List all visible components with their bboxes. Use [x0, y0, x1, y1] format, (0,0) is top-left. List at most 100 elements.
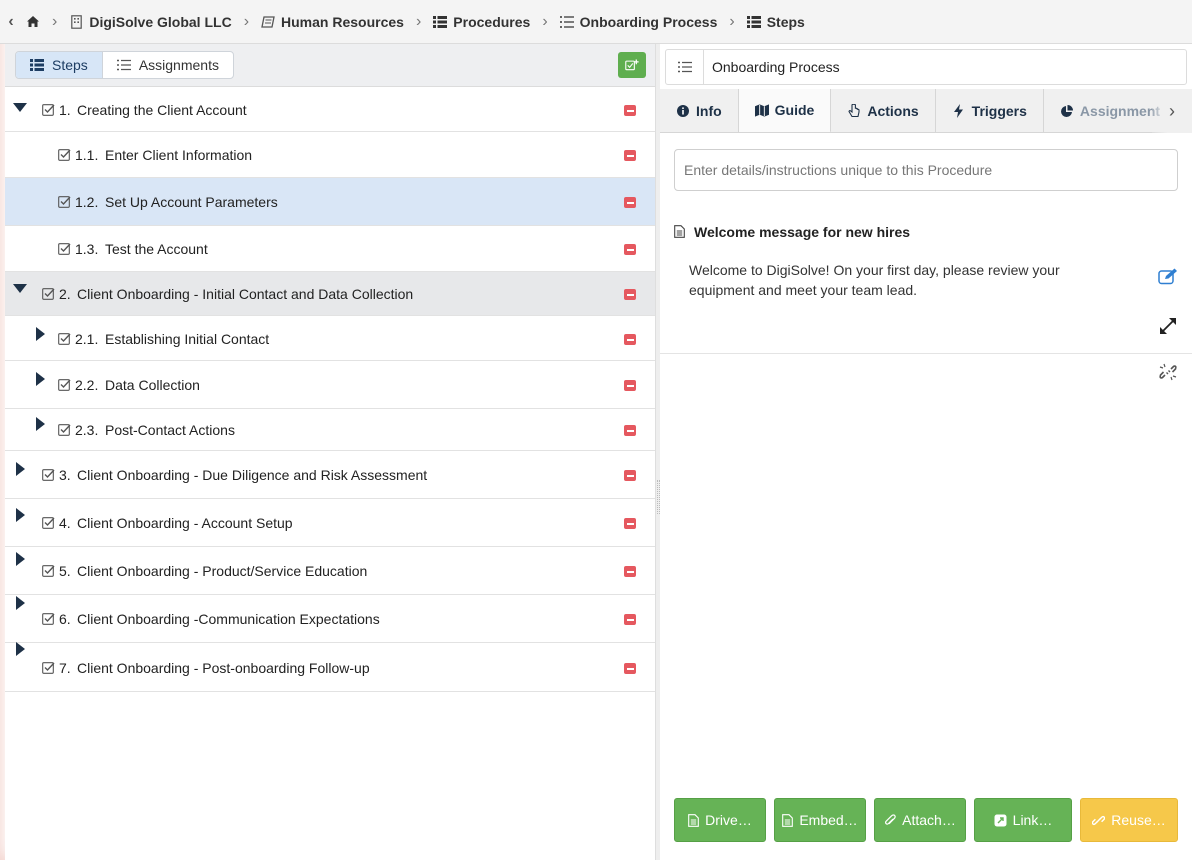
step-row[interactable]: 2.3. Post-Contact Actions [5, 409, 655, 451]
step-checkbox-icon[interactable] [42, 612, 55, 625]
link-button[interactable]: Link… [974, 798, 1072, 842]
breadcrumb-label: Steps [766, 13, 805, 30]
remove-step-icon[interactable] [624, 425, 636, 436]
step-title[interactable]: Client Onboarding - Initial Contact and … [77, 286, 413, 302]
collapse-caret-icon[interactable] [13, 281, 27, 295]
step-checkbox-icon[interactable] [42, 103, 55, 116]
breadcrumb-department[interactable]: Human Resources [257, 14, 408, 30]
step-checkbox-icon[interactable] [58, 195, 71, 208]
procedure-title: Onboarding Process [712, 59, 840, 75]
step-row[interactable]: 2.1. Establishing Initial Contact [5, 316, 655, 361]
tabs-scroll-right-icon[interactable]: › [1152, 89, 1192, 133]
breadcrumb-separator: › [243, 12, 250, 30]
step-row[interactable]: 7. Client Onboarding - Post-onboarding Fo… [5, 642, 655, 692]
expand-caret-icon[interactable] [13, 642, 27, 656]
step-title[interactable]: Client Onboarding - Post-onboarding Foll… [77, 660, 370, 676]
reuse-button[interactable]: Reuse… [1080, 798, 1178, 842]
procedure-details-input[interactable] [674, 149, 1178, 191]
step-title[interactable]: Creating the Client Account [77, 102, 247, 118]
remove-step-icon[interactable] [624, 289, 636, 300]
info-circle-icon [676, 104, 690, 118]
breadcrumb-label: Human Resources [281, 13, 404, 30]
expand-caret-icon[interactable] [33, 417, 47, 431]
step-title[interactable]: Client Onboarding - Due Diligence and Ri… [77, 467, 427, 483]
step-checkbox-icon[interactable] [58, 332, 71, 345]
remove-step-icon[interactable] [624, 380, 636, 391]
add-step-button[interactable] [618, 52, 646, 78]
expand-caret-icon[interactable] [33, 372, 47, 386]
expand-icon[interactable] [1157, 315, 1179, 337]
step-title[interactable]: Post-Contact Actions [105, 422, 235, 438]
remove-step-icon[interactable] [624, 197, 636, 208]
expand-caret-icon[interactable] [13, 596, 27, 610]
step-checkbox-icon[interactable] [42, 287, 55, 300]
expand-caret-icon[interactable] [13, 462, 27, 476]
pie-chart-icon [1060, 104, 1074, 118]
collapse-caret-icon[interactable] [13, 100, 27, 114]
step-row[interactable]: 1.1. Enter Client Information [5, 132, 655, 178]
remove-step-icon[interactable] [624, 334, 636, 345]
step-title[interactable]: Enter Client Information [105, 147, 252, 163]
breadcrumb-procedure[interactable]: Onboarding Process [556, 14, 722, 30]
step-title[interactable]: Client Onboarding -Communication Expecta… [77, 611, 380, 627]
guide-item-body: Welcome to DigiSolve! On your first day,… [689, 262, 1060, 298]
expand-caret-icon[interactable] [13, 552, 27, 566]
step-row[interactable]: 4. Client Onboarding - Account Setup [5, 499, 655, 547]
map-icon [754, 103, 769, 117]
step-row[interactable]: 6. Client Onboarding -Communication Expec… [5, 595, 655, 643]
step-checkbox-icon[interactable] [58, 242, 71, 255]
edit-icon[interactable] [1157, 265, 1179, 287]
tab-info[interactable]: Info [660, 89, 739, 132]
step-row[interactable]: 2.2. Data Collection [5, 361, 655, 409]
remove-step-icon[interactable] [624, 150, 636, 161]
step-checkbox-icon[interactable] [42, 516, 55, 529]
remove-step-icon[interactable] [624, 105, 636, 116]
step-title[interactable]: Client Onboarding - Product/Service Educ… [77, 563, 367, 579]
step-checkbox-icon[interactable] [42, 661, 55, 674]
list-icon[interactable] [666, 50, 704, 84]
step-title[interactable]: Test the Account [105, 241, 208, 257]
tab-triggers[interactable]: Triggers [936, 89, 1044, 132]
expand-caret-icon[interactable] [13, 508, 27, 522]
embed-button[interactable]: Embed… [774, 798, 866, 842]
step-checkbox-icon[interactable] [42, 468, 55, 481]
back-chevron-icon[interactable]: ‹ [0, 13, 22, 31]
tab-guide[interactable]: Guide [738, 89, 832, 132]
step-row[interactable]: 3. Client Onboarding - Due Diligence and … [5, 451, 655, 499]
remove-step-icon[interactable] [624, 663, 636, 674]
expand-caret-icon[interactable] [33, 327, 47, 341]
remove-step-icon[interactable] [624, 470, 636, 481]
step-checkbox-icon[interactable] [58, 423, 71, 436]
step-title[interactable]: Establishing Initial Contact [105, 331, 269, 347]
link-icon [1092, 815, 1106, 825]
breadcrumb-home[interactable] [22, 15, 44, 29]
tab-label: Actions [867, 103, 919, 119]
breadcrumb-procedures[interactable]: Procedures [429, 14, 534, 30]
remove-step-icon[interactable] [624, 518, 636, 529]
unlink-icon[interactable] [1157, 361, 1179, 383]
step-row[interactable]: 1.2. Set Up Account Parameters [5, 178, 655, 226]
drive-button[interactable]: Drive… [674, 798, 766, 842]
step-checkbox-icon[interactable] [58, 378, 71, 391]
remove-step-icon[interactable] [624, 566, 636, 577]
breadcrumb-steps[interactable]: Steps [743, 14, 809, 30]
step-row[interactable]: 1.3. Test the Account [5, 226, 655, 272]
step-row[interactable]: 1. Creating the Client Account [5, 88, 655, 132]
table-list-icon [746, 15, 761, 29]
tab-actions[interactable]: Actions [831, 89, 936, 132]
step-title[interactable]: Client Onboarding - Account Setup [77, 515, 293, 531]
remove-step-icon[interactable] [624, 614, 636, 625]
step-checkbox-icon[interactable] [42, 564, 55, 577]
step-number: 2.2. [75, 377, 99, 393]
attach-button[interactable]: Attach… [874, 798, 966, 842]
step-row[interactable]: 2. Client Onboarding - Initial Contact an… [5, 272, 655, 316]
breadcrumb-company[interactable]: DigiSolve Global LLC [65, 14, 235, 30]
tab-label: Assignment [1079, 103, 1161, 119]
tab-assignments[interactable]: Assignments [101, 52, 233, 78]
tab-steps[interactable]: Steps [16, 52, 102, 78]
remove-step-icon[interactable] [624, 244, 636, 255]
step-title[interactable]: Set Up Account Parameters [105, 194, 278, 210]
step-checkbox-icon[interactable] [58, 148, 71, 161]
step-title[interactable]: Data Collection [105, 377, 200, 393]
step-row[interactable]: 5. Client Onboarding - Product/Service Ed… [5, 547, 655, 595]
